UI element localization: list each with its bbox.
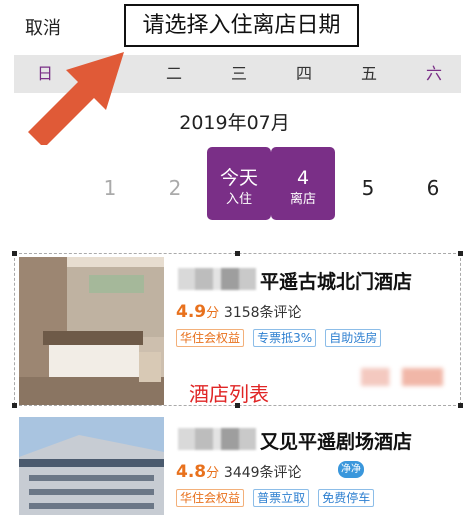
clean-badge-icon: 净净	[338, 461, 364, 478]
blurred-text	[178, 268, 256, 290]
selection-border-right	[460, 253, 461, 405]
selection-handle[interactable]	[235, 251, 240, 256]
tag-invoice: 普票立取	[253, 489, 310, 507]
hotel-photo	[19, 417, 164, 515]
review-count: 3449条评论	[223, 465, 302, 481]
hotel-rating: 4.9分 3158条评论	[176, 302, 302, 322]
hotel-tags: 华住会权益 专票抵3% 自助选房	[176, 327, 385, 347]
tag-member: 华住会权益	[176, 489, 245, 507]
tag-room-select: 自助选房	[325, 329, 382, 347]
day-6[interactable]: 6	[418, 176, 448, 200]
day-checkin-label: 今天	[219, 167, 258, 189]
tag-invoice: 专票抵3%	[253, 329, 317, 347]
selection-handle[interactable]	[12, 403, 17, 408]
annotation-label: 酒店列表	[189, 382, 269, 406]
day-checkin[interactable]: 今天 入住	[207, 147, 271, 220]
selection-handle[interactable]	[12, 251, 17, 256]
tag-member: 华住会权益	[176, 329, 245, 347]
blurred-text	[178, 428, 256, 450]
rating-unit: 分	[206, 466, 220, 481]
hotel-name: 又见平遥剧场酒店	[260, 431, 413, 453]
weekday-fri: 五	[360, 64, 377, 83]
blurred-price	[361, 368, 443, 386]
page-title: 请选择入住离店日期	[124, 4, 359, 47]
day-5[interactable]: 5	[353, 176, 383, 200]
tag-parking: 免费停车	[318, 489, 375, 507]
weekday-sun: 日	[36, 64, 53, 83]
day-checkout-sub: 离店	[289, 192, 316, 207]
rating-unit: 分	[206, 306, 220, 321]
rating-score: 4.9	[176, 302, 207, 322]
hotel-photo	[19, 257, 164, 405]
selection-border-left	[14, 253, 15, 405]
day-checkout-label: 4	[296, 167, 310, 189]
hotel-card[interactable]: 又见平遥剧场酒店 4.8分 3449条评论 净净 华住会权益 普票立取 免费停车	[14, 414, 461, 515]
day-checkout[interactable]: 4 离店	[271, 147, 335, 220]
hotel-name: 平遥古城北门酒店	[260, 271, 413, 293]
day-1: 1	[103, 176, 117, 200]
weekday-sat: 六	[425, 64, 442, 83]
weekday-thu: 四	[295, 64, 312, 83]
weekday-wed: 三	[230, 64, 247, 83]
weekday-tue: 二	[165, 64, 182, 83]
weekday-header: 日 一 二 三 四 五 六	[14, 55, 461, 93]
hotel-card[interactable]: 平遥古城北门酒店 4.9分 3158条评论 华住会权益 专票抵3% 自助选房 酒…	[14, 254, 461, 406]
selection-handle[interactable]	[458, 403, 463, 408]
rating-score: 4.8	[176, 462, 207, 482]
review-count: 3158条评论	[223, 305, 302, 321]
weekday-mon: 一	[100, 64, 117, 83]
hotel-rating: 4.8分 3449条评论	[176, 462, 302, 482]
day-2: 2	[168, 176, 182, 200]
hotel-tags: 华住会权益 普票立取 免费停车	[176, 487, 378, 507]
cancel-button[interactable]: 取消	[25, 14, 61, 40]
month-label: 2019年07月	[179, 112, 290, 134]
selection-handle[interactable]	[235, 403, 240, 408]
top-bar: 取消 请选择入住离店日期	[0, 0, 469, 52]
day-checkin-sub: 入住	[225, 192, 252, 207]
selection-handle[interactable]	[458, 251, 463, 256]
